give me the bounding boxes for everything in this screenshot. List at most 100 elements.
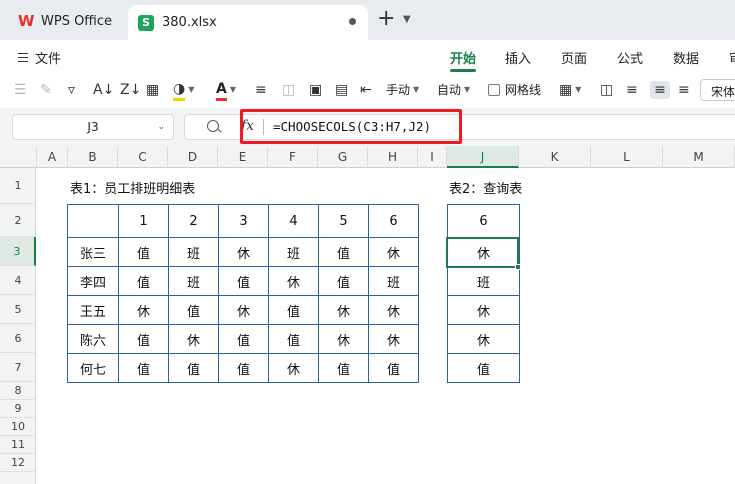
table-cell[interactable]: 休 <box>118 295 169 325</box>
table-cell[interactable]: 6 <box>447 204 520 238</box>
column-header-d[interactable]: D <box>168 146 218 168</box>
table1-title[interactable]: 表1：员工排班明细表 <box>70 178 195 197</box>
column-header-k[interactable]: K <box>519 146 591 168</box>
tab-file[interactable]: S 380.xlsx <box>128 5 368 40</box>
table-cell[interactable]: 3 <box>218 204 269 238</box>
column-header-j[interactable]: J <box>447 146 519 168</box>
table-cell[interactable]: 休 <box>368 237 419 267</box>
column-header-a[interactable]: A <box>37 146 68 168</box>
fill-handle[interactable] <box>515 264 521 270</box>
table-cell[interactable]: 王五 <box>67 295 119 325</box>
table-cell[interactable]: 陈六 <box>67 324 119 354</box>
column-header-c[interactable]: C <box>118 146 168 168</box>
table-cell[interactable]: 值 <box>218 266 269 296</box>
column-header-b[interactable]: B <box>68 146 118 168</box>
table-cell[interactable]: 值 <box>218 324 269 354</box>
new-tab-button[interactable]: + <box>377 8 395 30</box>
sort-ascending-icon[interactable]: A↓ <box>93 81 114 99</box>
column-header-f[interactable]: F <box>268 146 318 168</box>
tab-review[interactable]: 审 <box>729 48 735 67</box>
table-cell[interactable]: 4 <box>268 204 319 238</box>
row-header-4[interactable]: 4 <box>0 266 36 295</box>
row-header-8[interactable]: 8 <box>0 382 36 400</box>
tab-wps-home[interactable]: W WPS Office <box>8 7 124 35</box>
gridlines-checkbox[interactable] <box>488 84 500 96</box>
column-header-g[interactable]: G <box>318 146 368 168</box>
freeze-panes-icon[interactable]: ⇤ <box>360 81 372 99</box>
borders-icon[interactable]: ▦ <box>146 81 159 99</box>
tab-insert[interactable]: 插入 <box>505 48 531 67</box>
row-header-5[interactable]: 5 <box>0 295 36 324</box>
table-cell[interactable]: 值 <box>118 353 169 383</box>
table-cell[interactable]: 值 <box>168 353 219 383</box>
align-left-icon[interactable]: ≡ <box>626 81 638 99</box>
chevron-down-icon[interactable]: ▼ <box>403 14 411 25</box>
table-cell[interactable]: 值 <box>118 266 169 296</box>
align-right-icon[interactable]: ≡ <box>678 81 690 99</box>
table-cell[interactable]: 班 <box>368 266 419 296</box>
table-cell[interactable]: 1 <box>118 204 169 238</box>
row-header-9[interactable]: 9 <box>0 400 36 418</box>
zoom-icon[interactable] <box>207 120 219 132</box>
table-cell[interactable]: 班 <box>168 266 219 296</box>
table-cell[interactable]: 班 <box>168 237 219 267</box>
row-height-dropdown[interactable]: 手动 ▼ <box>386 81 419 99</box>
font-name-select[interactable]: 宋体 <box>700 79 735 101</box>
column-header-i[interactable]: I <box>418 146 447 168</box>
row-header-2[interactable]: 2 <box>0 204 36 237</box>
tab-home[interactable]: 开始 <box>450 48 476 67</box>
table-cell[interactable]: 休 <box>368 324 419 354</box>
table-cell[interactable]: 休 <box>268 266 319 296</box>
table-cell[interactable]: 张三 <box>67 237 119 267</box>
column-width-dropdown[interactable]: 自动 ▼ <box>437 81 470 99</box>
table-cell[interactable]: 值 <box>118 324 169 354</box>
paste-special-icon[interactable]: ☰ <box>14 81 27 99</box>
table-cell[interactable]: 休 <box>218 295 269 325</box>
gridlines-toggle[interactable]: 网格线 <box>488 81 541 99</box>
tab-data[interactable]: 数据 <box>673 48 699 67</box>
column-header-l[interactable]: L <box>591 146 663 168</box>
clear-format-icon[interactable]: ◫ <box>600 81 613 99</box>
conditional-format-icon[interactable]: ▤ <box>335 81 348 99</box>
name-box[interactable]: J3 ⌄ <box>12 114 174 140</box>
table-cell[interactable]: 值 <box>218 353 269 383</box>
table-cell[interactable]: 休 <box>318 324 369 354</box>
column-header-h[interactable]: H <box>368 146 418 168</box>
table-cell[interactable]: 值 <box>318 237 369 267</box>
table-cell[interactable]: 班 <box>268 237 319 267</box>
table-cell[interactable]: 值 <box>268 295 319 325</box>
tab-formula[interactable]: 公式 <box>617 48 643 67</box>
row-header-3[interactable]: 3 <box>0 237 36 266</box>
table-cell[interactable]: 值 <box>318 353 369 383</box>
align-center-icon[interactable]: ≡ <box>650 81 670 99</box>
table-cell[interactable]: 值 <box>118 237 169 267</box>
wrap-text-icon[interactable]: ≡ <box>255 81 267 99</box>
table-cell[interactable]: 班 <box>447 266 520 296</box>
table-cell[interactable]: 休 <box>218 237 269 267</box>
table-cell[interactable]: 值 <box>447 353 520 383</box>
table2-title[interactable]: 表2：查询表 <box>449 178 522 197</box>
filter-icon[interactable]: ▿ <box>68 81 75 99</box>
font-color-icon[interactable]: A ▼ <box>216 81 236 101</box>
row-header-10[interactable]: 10 <box>0 418 36 436</box>
column-header-e[interactable]: E <box>218 146 268 168</box>
row-header-1[interactable]: 1 <box>0 168 36 204</box>
table-cell[interactable]: 休 <box>168 324 219 354</box>
table-cell[interactable]: 值 <box>368 353 419 383</box>
table-cell[interactable]: 值 <box>168 295 219 325</box>
table-cell[interactable]: 李四 <box>67 266 119 296</box>
merge-cells-icon[interactable]: ◫ <box>282 81 295 99</box>
column-header-m[interactable]: M <box>663 146 735 168</box>
active-cell-selection[interactable] <box>446 237 519 268</box>
table-cell[interactable]: 休 <box>318 295 369 325</box>
chevron-down-icon[interactable]: ⌄ <box>157 115 165 139</box>
table-cell[interactable]: 休 <box>447 324 520 354</box>
table-cell[interactable]: 休 <box>368 295 419 325</box>
file-menu-button[interactable]: 文件 <box>18 48 61 67</box>
unsaved-dot-icon[interactable] <box>349 18 356 25</box>
table-cell[interactable]: 值 <box>268 324 319 354</box>
table-cell[interactable]: 休 <box>268 353 319 383</box>
table-cell[interactable] <box>67 204 119 238</box>
table-cell[interactable]: 6 <box>368 204 419 238</box>
row-header-7[interactable]: 7 <box>0 353 36 382</box>
